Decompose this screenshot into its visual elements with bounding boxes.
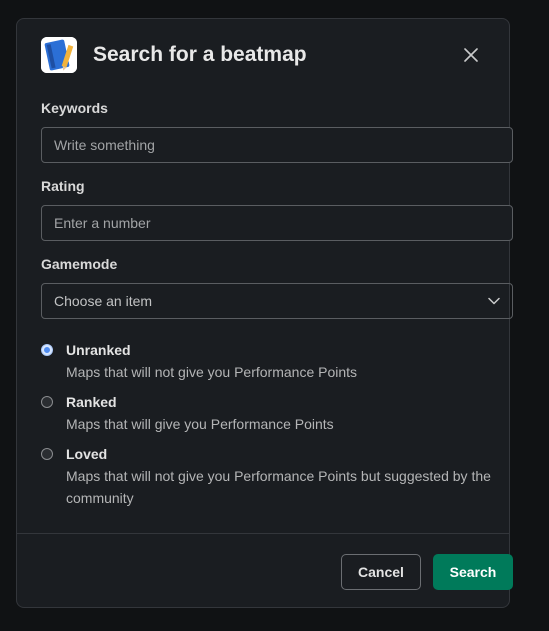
close-icon [464,48,478,62]
rating-label: Rating [41,178,85,194]
dialog-title: Search for a beatmap [93,43,307,66]
notebook-pencil-icon [41,37,77,73]
radio-option-ranked[interactable]: Ranked Maps that will give you Performan… [41,393,501,435]
radio-title: Loved [66,446,108,462]
gamemode-selected-value: Choose an item [54,293,153,309]
radio-option-loved[interactable]: Loved Maps that will not give you Perfor… [41,445,501,509]
cancel-button[interactable]: Cancel [341,554,421,590]
radio-description: Maps that will give you Performance Poin… [66,416,334,432]
gamemode-select[interactable]: Choose an item [41,283,513,319]
search-beatmap-dialog: Search for a beatmap Keywords Rating Gam… [16,18,513,608]
dialog-header: Search for a beatmap [41,36,485,74]
radio-option-unranked[interactable]: Unranked Maps that will not give you Per… [41,341,501,383]
radio-ranked[interactable] [41,396,53,408]
radio-description: Maps that will not give you Performance … [66,468,491,506]
rating-input[interactable] [41,205,513,241]
radio-description: Maps that will not give you Performance … [66,364,358,380]
close-button[interactable] [457,41,485,69]
gamemode-label: Gamemode [41,256,118,272]
chevron-down-icon [488,297,500,305]
radio-loved[interactable] [41,448,53,460]
search-button[interactable]: Search [433,554,513,590]
keywords-label: Keywords [41,100,108,116]
keywords-input[interactable] [41,127,513,163]
radio-title: Unranked [66,342,131,358]
footer-divider [17,533,509,534]
radio-unranked[interactable] [41,344,53,356]
radio-title: Ranked [66,394,117,410]
